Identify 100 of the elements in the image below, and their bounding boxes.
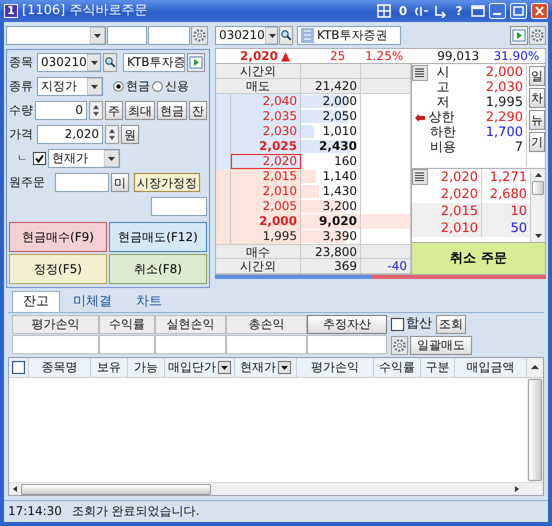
- order-button[interactable]: 현금매수(F9): [9, 222, 107, 252]
- column-header: 평가손익: [297, 358, 374, 377]
- price-cell[interactable]: 2,040: [231, 94, 301, 109]
- stock-name-field[interactable]: KTB투자증권: [297, 26, 401, 45]
- tab[interactable]: 차트: [125, 291, 173, 312]
- price-cell[interactable]: 2,015: [231, 169, 301, 184]
- tab[interactable]: 잔고: [12, 291, 60, 312]
- quantity-button[interactable]: 주: [105, 101, 123, 120]
- settings-icon[interactable]: [529, 26, 546, 45]
- column-header: 수익률: [374, 358, 421, 377]
- stock-code-combo[interactable]: 030210: [215, 26, 278, 45]
- scroll-up-icon[interactable]: [527, 358, 543, 377]
- restore-icon[interactable]: [510, 3, 527, 19]
- help-button[interactable]: ?: [451, 4, 467, 18]
- spinner-icon[interactable]: [105, 125, 119, 144]
- price-label: 고: [436, 80, 450, 95]
- stock-code-combo[interactable]: 030210: [37, 53, 101, 72]
- checkbox[interactable]: [33, 152, 46, 165]
- price-cell[interactable]: 2,005: [231, 199, 301, 214]
- grid-icon[interactable]: [377, 4, 391, 18]
- quantity-button[interactable]: 잔: [189, 101, 207, 120]
- cancel-order-button[interactable]: 취소 주문: [412, 243, 545, 274]
- price-cell[interactable]: 2,030: [231, 124, 301, 139]
- dropdown-field[interactable]: [6, 26, 106, 45]
- price-mode-combo[interactable]: 현재가: [48, 149, 120, 168]
- radio-label: 신용: [165, 79, 189, 94]
- dropdown-arrow-icon[interactable]: [90, 27, 105, 44]
- scrollbar-thumb[interactable]: [532, 181, 544, 195]
- settings-icon[interactable]: [191, 26, 208, 45]
- spinner-icon[interactable]: [89, 101, 103, 120]
- corner-mark: ㄴ: [17, 152, 28, 164]
- total-ask-quantity: 21,420: [301, 79, 361, 94]
- input-field[interactable]: [107, 26, 147, 45]
- checkbox[interactable]: [12, 360, 25, 374]
- list-icon[interactable]: [412, 64, 428, 80]
- minimize-icon[interactable]: [489, 3, 506, 19]
- header-label: 현재가: [240, 358, 276, 376]
- price-cell[interactable]: 1,995: [231, 229, 301, 244]
- list-icon[interactable]: [412, 169, 428, 185]
- window-icon[interactable]: [471, 4, 485, 18]
- market-price-button[interactable]: 시장가정정: [134, 173, 200, 192]
- bid-quantity: 9,020: [319, 214, 358, 228]
- dropdown-arrow-icon[interactable]: [86, 54, 100, 71]
- price-label: 저: [436, 95, 450, 110]
- order-type-combo[interactable]: 지정가: [37, 77, 103, 96]
- column-header-button[interactable]: 추정자산: [307, 314, 387, 334]
- price-label: 비용: [430, 140, 456, 155]
- unit-button[interactable]: 원: [121, 125, 139, 144]
- change-rate: 1.25%: [364, 48, 404, 64]
- query-button[interactable]: 조회: [436, 314, 466, 334]
- unfilled-button[interactable]: 미: [111, 173, 129, 192]
- quantity-button[interactable]: 최대: [125, 101, 155, 120]
- quantity-field[interactable]: 0: [35, 101, 87, 120]
- order-button[interactable]: 현금매도(F12): [109, 222, 207, 252]
- toolbar-button[interactable]: 0: [395, 4, 411, 18]
- order-button[interactable]: 취소(F8): [109, 254, 207, 284]
- price-cell[interactable]: 2,025: [231, 139, 301, 154]
- side-button[interactable]: 뉴: [529, 110, 545, 130]
- dropdown-arrow-icon[interactable]: [264, 27, 277, 44]
- order-button[interactable]: 정정(F5): [9, 254, 107, 284]
- total-bid-quantity: 23,800: [301, 244, 361, 259]
- side-button[interactable]: 차: [529, 88, 545, 108]
- search-icon[interactable]: [279, 26, 293, 45]
- tick-quantity: 2,680: [488, 186, 528, 203]
- price-cell[interactable]: 2,035: [231, 109, 301, 124]
- price-value: 1,700: [484, 125, 524, 140]
- after-hours-quantity: 369: [301, 259, 361, 274]
- search-icon[interactable]: [103, 53, 117, 72]
- play-icon[interactable]: [510, 26, 528, 45]
- turnover-rate: 31.90%: [492, 48, 540, 64]
- scrollbar-thumb[interactable]: [528, 378, 542, 481]
- column-header[interactable]: 매입단가: [165, 358, 235, 377]
- price-field[interactable]: 2,020: [37, 125, 103, 144]
- column-header[interactable]: 현재가: [235, 358, 297, 377]
- settings-icon[interactable]: [391, 336, 408, 355]
- checkbox[interactable]: [391, 318, 404, 331]
- quantity-button[interactable]: 현금: [157, 101, 187, 120]
- column-header: 구분: [421, 358, 455, 377]
- price-cell[interactable]: 2,010: [231, 184, 301, 199]
- corner-arrow-icon[interactable]: [433, 4, 447, 18]
- side-button[interactable]: 기: [529, 132, 545, 152]
- scrollbar-thumb[interactable]: [21, 484, 211, 494]
- original-order-field[interactable]: [55, 173, 109, 192]
- play-icon[interactable]: [187, 53, 205, 72]
- close-icon[interactable]: [531, 3, 548, 19]
- dropdown-arrow-icon[interactable]: [104, 150, 119, 167]
- table-cell: [216, 169, 231, 184]
- input-field[interactable]: [148, 26, 190, 45]
- price-cell[interactable]: 2,000: [231, 214, 301, 229]
- side-button[interactable]: 일: [529, 66, 545, 86]
- radio-button[interactable]: [152, 80, 163, 92]
- radio-button[interactable]: [113, 80, 124, 92]
- input-field[interactable]: [151, 197, 207, 216]
- tab[interactable]: 미체결: [62, 291, 123, 312]
- sell-all-button[interactable]: 일괄매도: [410, 336, 472, 355]
- field-label: 종목: [9, 55, 34, 70]
- price-cell[interactable]: 2,020: [231, 154, 301, 169]
- dropdown-arrow-icon[interactable]: [87, 78, 102, 95]
- tick-price: 2,020: [440, 186, 478, 203]
- price-value: 2,030: [484, 80, 524, 95]
